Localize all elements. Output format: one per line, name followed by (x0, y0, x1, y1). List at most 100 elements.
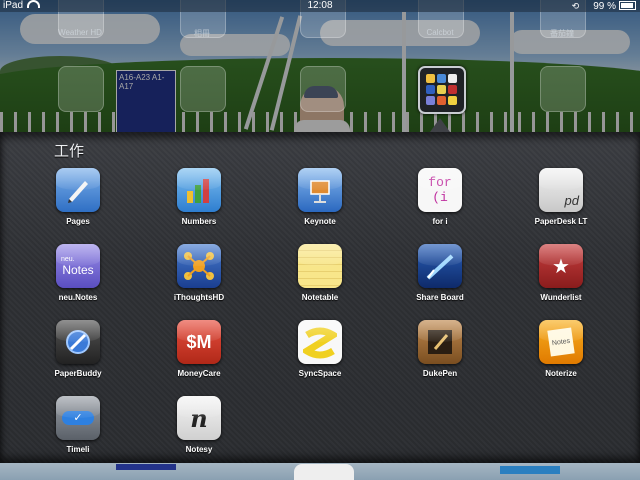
app-notesy[interactable]: n Notesy (149, 396, 249, 454)
app-label: Notesy (185, 445, 213, 454)
notetable-icon[interactable] (298, 244, 342, 288)
paperdesk-icon[interactable]: pd (539, 168, 583, 212)
syncspace-glyph (298, 320, 342, 364)
notesy-icon[interactable]: n (177, 396, 221, 440)
home-app[interactable] (300, 66, 346, 112)
paperdesk-glyph: pd (564, 193, 579, 208)
for-i-glyph: for (i (428, 175, 452, 205)
app-numbers[interactable]: Numbers (149, 168, 249, 226)
app-ithoughtshd[interactable]: iThoughtsHD (149, 244, 249, 302)
home-app[interactable] (180, 66, 226, 112)
app-keynote[interactable]: Keynote (270, 168, 370, 226)
app-moneycare[interactable]: $M MoneyCare (149, 320, 249, 378)
neu-notes-icon[interactable]: neu. Notes (56, 244, 100, 288)
wunderlist-glyph: ★ (552, 255, 570, 278)
neu-notes-text: Notes (62, 262, 94, 277)
dukepen-icon[interactable] (418, 320, 462, 364)
app-timeli[interactable]: ✓ Timeli (28, 396, 128, 454)
moneycare-icon[interactable]: $M (177, 320, 221, 364)
status-right: ⟲ 99 % (572, 0, 636, 13)
keynote-icon[interactable] (298, 168, 342, 212)
folder-panel: 工作 Pages Numbers Keynote for (i for i pd… (0, 132, 640, 463)
pages-glyph (56, 168, 100, 212)
app-neu-notes[interactable]: neu. Notes neu.Notes (28, 244, 128, 302)
noterize-icon[interactable]: Notes (539, 320, 583, 364)
app-dukepen[interactable]: DukePen (390, 320, 490, 378)
numbers-icon[interactable] (177, 168, 221, 212)
home-app-label: 番茄鐘 (550, 29, 574, 38)
neu-notes-glyph: neu. Notes (56, 244, 100, 288)
app-label: Notetable (301, 293, 339, 302)
app-share-board[interactable]: Share Board (390, 244, 490, 302)
home-app[interactable] (58, 66, 104, 112)
app-label: MoneyCare (177, 369, 221, 378)
timeli-glyph: ✓ (56, 396, 100, 440)
app-label: Timeli (66, 445, 90, 454)
app-label: Keynote (304, 217, 336, 226)
wallpaper-bottom-boat (500, 466, 560, 474)
timeli-pill: ✓ (62, 411, 94, 425)
app-label: Wunderlist (540, 293, 582, 302)
share-board-glyph (418, 244, 462, 288)
rotation-lock-icon: ⟲ (571, 1, 580, 11)
folder-mini-icon (448, 85, 457, 94)
wunderlist-icon[interactable]: ★ (539, 244, 583, 288)
battery-percent: 99 % (593, 1, 616, 12)
dukepen-glyph (418, 320, 462, 364)
app-label: neu.Notes (58, 293, 98, 302)
app-label: iThoughtsHD (173, 293, 225, 302)
neu-notes-small: neu. (61, 255, 75, 263)
app-label: PaperDesk LT (534, 217, 588, 226)
noterize-glyph: Notes (539, 320, 583, 364)
folder-mini-icon (437, 85, 446, 94)
app-label: Noterize (545, 369, 577, 378)
home-app[interactable] (540, 66, 586, 112)
home-app-label: Calcbot (426, 28, 454, 37)
home-app-label: Weather HD (58, 28, 102, 37)
ithoughts-glyph (177, 244, 221, 288)
for-i-icon[interactable]: for (i (418, 168, 462, 212)
folder-mini-icon (437, 96, 446, 105)
battery-icon (619, 1, 636, 10)
notesy-glyph: n (190, 403, 208, 433)
folder-title[interactable]: 工作 (54, 140, 84, 161)
ithoughts-icon[interactable] (177, 244, 221, 288)
noterize-note: Notes (547, 327, 575, 357)
app-label: for i (432, 217, 448, 226)
share-board-icon[interactable] (418, 244, 462, 288)
folder-pointer (430, 118, 450, 132)
app-label: Numbers (181, 217, 217, 226)
app-paperbuddy[interactable]: PaperBuddy (28, 320, 128, 378)
app-syncspace[interactable]: SyncSpace (270, 320, 370, 378)
paperbuddy-glyph (56, 320, 100, 364)
app-for-i[interactable]: for (i for i (390, 168, 490, 226)
wallpaper-bottom-person (294, 464, 354, 480)
wallpaper-bottom-sign (116, 464, 176, 470)
moneycare-glyph: $M (186, 331, 212, 352)
syncspace-icon[interactable] (298, 320, 342, 364)
app-notetable[interactable]: Notetable (270, 244, 370, 302)
app-paperdesk-lt[interactable]: pd PaperDesk LT (511, 168, 611, 226)
folder-mini-icon (426, 74, 435, 83)
app-label: Pages (66, 217, 90, 226)
folder-mini-icon (448, 74, 457, 83)
folder-mini-icon (437, 74, 446, 83)
app-noterize[interactable]: Notes Noterize (511, 320, 611, 378)
app-wunderlist[interactable]: ★ Wunderlist (511, 244, 611, 302)
paperbuddy-icon[interactable] (56, 320, 100, 364)
app-pages[interactable]: Pages (28, 168, 128, 226)
pages-icon[interactable] (56, 168, 100, 212)
app-label: PaperBuddy (54, 369, 102, 378)
status-bar: iPad 12:08 ⟲ 99 % (0, 0, 640, 12)
home-app-label: 相冊 (194, 29, 210, 38)
app-label: Share Board (416, 293, 464, 302)
numbers-glyph (177, 168, 221, 212)
folder-mini-icon (448, 96, 457, 105)
app-label: DukePen (422, 369, 458, 378)
work-folder-icon[interactable] (418, 66, 466, 114)
status-time: 12:08 (307, 0, 333, 11)
keynote-glyph (298, 168, 342, 212)
timeli-icon[interactable]: ✓ (56, 396, 100, 440)
app-label: SyncSpace (298, 369, 342, 378)
folder-mini-icon (426, 96, 435, 105)
